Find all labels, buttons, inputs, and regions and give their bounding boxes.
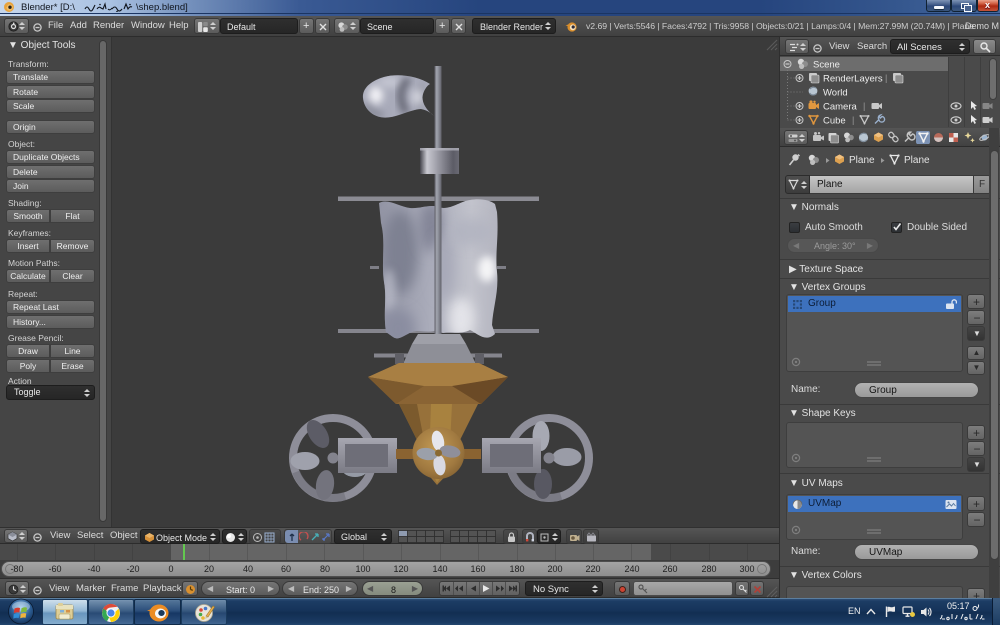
svg-text:20: 20: [204, 564, 214, 574]
svg-text:300: 300: [739, 564, 754, 574]
svg-text:280: 280: [701, 564, 716, 574]
svg-text:Plane: Plane: [849, 155, 875, 166]
svg-text:World: World: [823, 88, 848, 99]
svg-text:|: |: [852, 115, 854, 125]
svg-text:220: 220: [585, 564, 600, 574]
svg-text:0: 0: [168, 564, 173, 574]
svg-text:Scene: Scene: [813, 60, 840, 71]
svg-text:240: 240: [624, 564, 639, 574]
svg-text:80: 80: [320, 564, 330, 574]
svg-text:180: 180: [509, 564, 524, 574]
svg-text:40: 40: [243, 564, 253, 574]
svg-text:260: 260: [662, 564, 677, 574]
svg-text:120: 120: [393, 564, 408, 574]
svg-text:140: 140: [432, 564, 447, 574]
svg-text:200: 200: [547, 564, 562, 574]
svg-text:Camera: Camera: [823, 102, 858, 113]
svg-text:-40: -40: [87, 564, 100, 574]
svg-text:Cube: Cube: [823, 116, 846, 127]
svg-text:-80: -80: [10, 564, 23, 574]
svg-text:-20: -20: [126, 564, 139, 574]
svg-text:|: |: [885, 73, 887, 83]
svg-text:60: 60: [281, 564, 291, 574]
svg-text:-60: -60: [48, 564, 61, 574]
svg-text:160: 160: [470, 564, 485, 574]
svg-text:|: |: [863, 101, 865, 111]
svg-text:Plane: Plane: [904, 155, 930, 166]
svg-text:100: 100: [355, 564, 370, 574]
svg-text:RenderLayers: RenderLayers: [823, 74, 883, 85]
